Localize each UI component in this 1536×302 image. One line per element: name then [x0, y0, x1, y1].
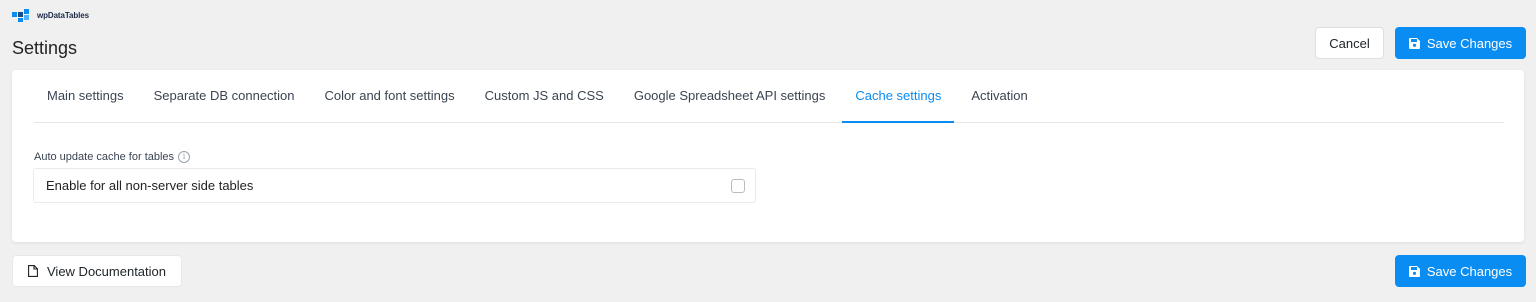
page-title: Settings: [12, 38, 78, 58]
tab-custom-js-and-css[interactable]: Custom JS and CSS: [472, 69, 617, 122]
tab-activation[interactable]: Activation: [958, 69, 1040, 122]
tab-color-and-font-settings[interactable]: Color and font settings: [312, 69, 468, 122]
enable-all-tables-label: Enable for all non-server side tables: [46, 178, 254, 193]
view-documentation-label: View Documentation: [47, 263, 166, 279]
brand-name: wpDataTables: [37, 11, 89, 20]
enable-all-tables-row[interactable]: Enable for all non-server side tables: [33, 168, 756, 203]
auto-update-cache-text: Auto update cache for tables: [34, 151, 175, 163]
save-changes-label: Save Changes: [1426, 35, 1513, 51]
floppy-disk-icon: [1408, 265, 1420, 277]
save-changes-label: Save Changes: [1426, 263, 1513, 279]
view-documentation-button[interactable]: View Documentation: [12, 255, 182, 287]
settings-tabs: Main settings Separate DB connection Col…: [34, 70, 1504, 123]
document-icon: [28, 265, 38, 277]
info-icon[interactable]: i: [178, 151, 191, 163]
wpdatatables-logo-icon: [12, 9, 29, 22]
tab-cache-settings[interactable]: Cache settings: [842, 69, 955, 123]
tab-google-spreadsheet-api-settings[interactable]: Google Spreadsheet API settings: [621, 69, 839, 122]
cancel-button[interactable]: Cancel: [1315, 27, 1384, 59]
auto-update-cache-label: Auto update cache for tables i: [34, 151, 191, 163]
save-changes-button-bottom[interactable]: Save Changes: [1395, 255, 1526, 287]
brand: wpDataTables: [12, 9, 89, 22]
enable-all-tables-checkbox[interactable]: [731, 178, 745, 193]
floppy-disk-icon: [1408, 37, 1420, 49]
tab-main-settings[interactable]: Main settings: [34, 69, 137, 122]
save-changes-button-top[interactable]: Save Changes: [1395, 27, 1526, 59]
tab-separate-db-connection[interactable]: Separate DB connection: [141, 69, 308, 122]
settings-card: Main settings Separate DB connection Col…: [12, 70, 1524, 242]
